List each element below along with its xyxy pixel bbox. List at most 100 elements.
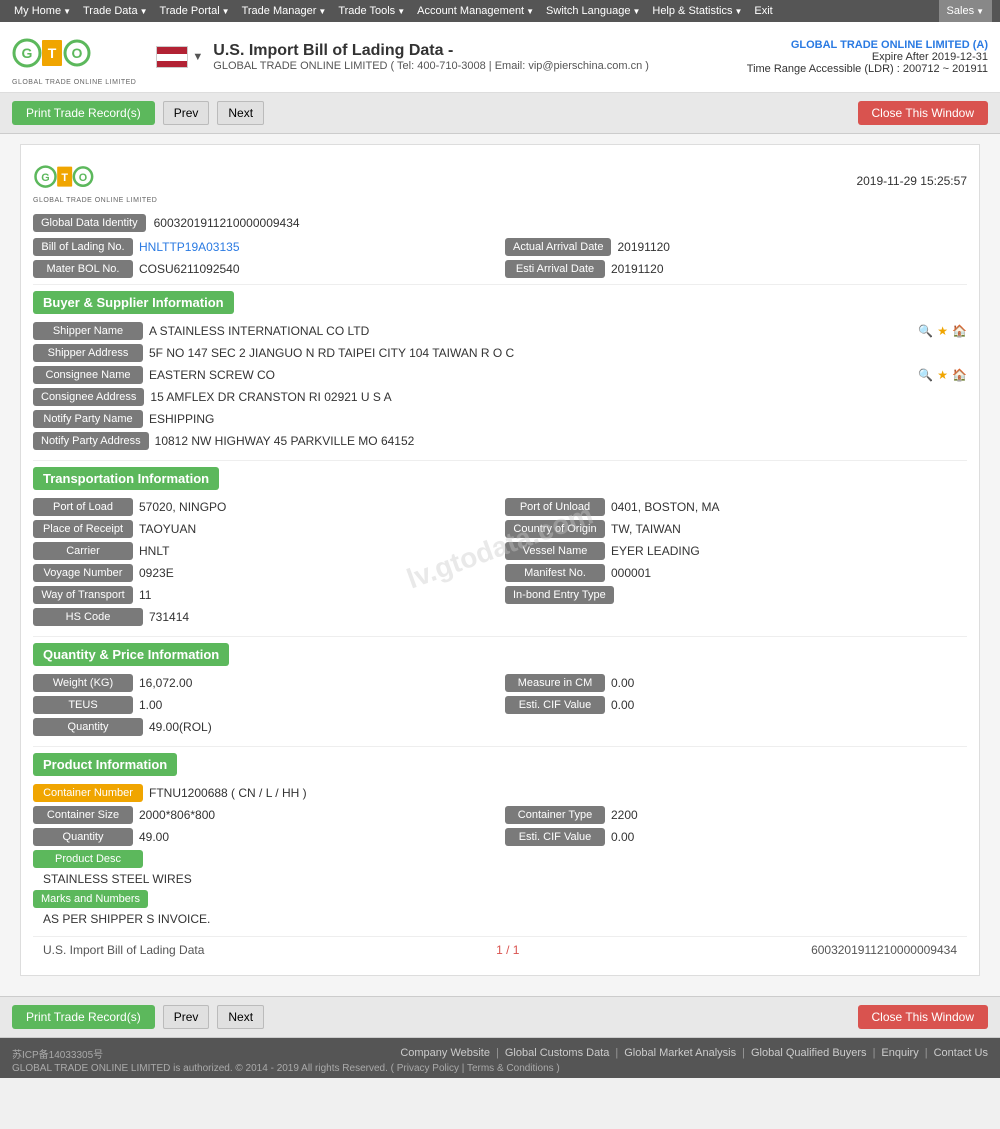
bol-row: Bill of Lading No. HNLTTP19A03135 Actual… bbox=[33, 238, 967, 256]
esti-cif-label: Esti. CIF Value bbox=[505, 696, 605, 714]
nav-trade-tools[interactable]: Trade Tools ▼ bbox=[332, 0, 411, 22]
star-icon[interactable]: ★ bbox=[937, 324, 948, 338]
chevron-down-icon: ▼ bbox=[222, 7, 230, 16]
chevron-down-icon: ▼ bbox=[734, 7, 742, 16]
container-number-value: FTNU1200688 ( CN / L / HH ) bbox=[149, 786, 967, 800]
page-header: G T O GLOBAL TRADE ONLINE LIMITED ▼ U.S.… bbox=[0, 22, 1000, 93]
consignee-name-value: EASTERN SCREW CO bbox=[149, 368, 908, 382]
bottom-toolbar: Print Trade Record(s) Prev Next Close Th… bbox=[0, 996, 1000, 1038]
mater-bol-row: Mater BOL No. COSU6211092540 Esti Arriva… bbox=[33, 260, 967, 278]
record-datetime: 2019-11-29 15:25:57 bbox=[856, 174, 967, 188]
close-button[interactable]: Close This Window bbox=[858, 101, 988, 125]
consignee-icons: 🔍 ★ 🏠 bbox=[918, 368, 967, 382]
flag-selector[interactable] bbox=[156, 46, 188, 68]
container-number-row: Container Number FTNU1200688 ( CN / L / … bbox=[33, 784, 967, 802]
next-button[interactable]: Next bbox=[217, 101, 264, 125]
nav-my-home[interactable]: My Home ▼ bbox=[8, 0, 77, 22]
mater-bol-label: Mater BOL No. bbox=[33, 260, 133, 278]
chevron-down-icon: ▼ bbox=[526, 7, 534, 16]
bottom-prev-button[interactable]: Prev bbox=[163, 1005, 210, 1029]
nav-switch-language[interactable]: Switch Language ▼ bbox=[540, 0, 646, 22]
nav-trade-data[interactable]: Trade Data ▼ bbox=[77, 0, 154, 22]
way-of-transport-value: 11 bbox=[139, 588, 495, 602]
shipper-icons: 🔍 ★ 🏠 bbox=[918, 324, 967, 338]
notify-party-name-value: ESHIPPING bbox=[149, 412, 967, 426]
marks-value: AS PER SHIPPER S INVOICE. bbox=[33, 912, 967, 926]
manifest-no-label: Manifest No. bbox=[505, 564, 605, 582]
transportation-section: lv.gtodata.com Transportation Informatio… bbox=[33, 467, 967, 626]
product-header: Product Information bbox=[33, 753, 177, 776]
bottom-print-button[interactable]: Print Trade Record(s) bbox=[12, 1005, 155, 1029]
shipper-address-value: 5F NO 147 SEC 2 JIANGUO N RD TAIPEI CITY… bbox=[149, 346, 967, 360]
search-icon[interactable]: 🔍 bbox=[918, 324, 933, 338]
quantity-price-section: Quantity & Price Information Weight (KG)… bbox=[33, 643, 967, 736]
product-quantity-label: Quantity bbox=[33, 828, 133, 846]
star-icon[interactable]: ★ bbox=[937, 368, 948, 382]
pagination-row: U.S. Import Bill of Lading Data 1 / 1 60… bbox=[33, 936, 967, 963]
container-number-label: Container Number bbox=[33, 784, 143, 802]
notify-party-address-value: 10812 NW HIGHWAY 45 PARKVILLE MO 64152 bbox=[155, 434, 967, 448]
buyer-supplier-section: Buyer & Supplier Information Shipper Nam… bbox=[33, 291, 967, 450]
container-type-value: 2200 bbox=[611, 808, 967, 822]
prev-button[interactable]: Prev bbox=[163, 101, 210, 125]
country-of-origin-value: TW, TAIWAN bbox=[611, 522, 967, 536]
container-type-label: Container Type bbox=[505, 806, 605, 824]
footer-global-customs[interactable]: Global Customs Data bbox=[505, 1047, 610, 1059]
product-desc-row: Product Desc bbox=[33, 850, 967, 868]
search-icon[interactable]: 🔍 bbox=[918, 368, 933, 382]
page-title: U.S. Import Bill of Lading Data - bbox=[213, 42, 747, 60]
transportation-header: Transportation Information bbox=[33, 467, 219, 490]
footer-contact-us[interactable]: Contact Us bbox=[934, 1047, 988, 1059]
container-size-type-row: Container Size 2000*806*800 Container Ty… bbox=[33, 806, 967, 824]
language-selector[interactable]: ▼ bbox=[192, 51, 203, 63]
global-data-identity-label: Global Data Identity bbox=[33, 214, 146, 232]
nav-help-statistics[interactable]: Help & Statistics ▼ bbox=[646, 0, 748, 22]
footer-copyright: GLOBAL TRADE ONLINE LIMITED is authorize… bbox=[12, 1063, 988, 1074]
quantity-value: 49.00(ROL) bbox=[149, 720, 967, 734]
nav-trade-portal[interactable]: Trade Portal ▼ bbox=[154, 0, 236, 22]
footer-global-buyers[interactable]: Global Qualified Buyers bbox=[751, 1047, 867, 1059]
home-icon[interactable]: 🏠 bbox=[952, 324, 967, 338]
marks-value-row: AS PER SHIPPER S INVOICE. bbox=[33, 912, 967, 926]
print-button[interactable]: Print Trade Record(s) bbox=[12, 101, 155, 125]
country-of-origin-label: Country of Origin bbox=[505, 520, 605, 538]
home-icon[interactable]: 🏠 bbox=[952, 368, 967, 382]
footer-company-website[interactable]: Company Website bbox=[400, 1047, 490, 1059]
mater-bol-value: COSU6211092540 bbox=[139, 262, 495, 276]
svg-text:G: G bbox=[41, 172, 49, 184]
svg-text:G: G bbox=[22, 45, 33, 61]
actual-arrival-label: Actual Arrival Date bbox=[505, 238, 611, 256]
port-of-load-value: 57020, NINGPO bbox=[139, 500, 495, 514]
teus-value: 1.00 bbox=[139, 698, 495, 712]
quantity-row: Quantity 49.00(ROL) bbox=[33, 718, 967, 736]
record-card: G T O GLOBAL TRADE ONLINE LIMITED 2019-1… bbox=[20, 144, 980, 976]
product-quantity-cif-row: Quantity 49.00 Esti. CIF Value 0.00 bbox=[33, 828, 967, 846]
top-toolbar: Print Trade Record(s) Prev Next Close Th… bbox=[0, 93, 1000, 134]
footer-global-market[interactable]: Global Market Analysis bbox=[624, 1047, 736, 1059]
notify-party-name-row: Notify Party Name ESHIPPING bbox=[33, 410, 967, 428]
expire-date: Expire After 2019-12-31 bbox=[747, 51, 988, 63]
bottom-footer: 苏ICP备14033305号 Company Website | Global … bbox=[0, 1038, 1000, 1078]
quantity-price-header: Quantity & Price Information bbox=[33, 643, 229, 666]
bottom-next-button[interactable]: Next bbox=[217, 1005, 264, 1029]
footer-enquiry[interactable]: Enquiry bbox=[881, 1047, 918, 1059]
pagination-center: 1 / 1 bbox=[496, 943, 519, 957]
nav-account-management[interactable]: Account Management ▼ bbox=[411, 0, 540, 22]
chevron-down-icon: ▼ bbox=[140, 7, 148, 16]
nav-exit[interactable]: Exit bbox=[748, 0, 778, 22]
teus-cif-row: TEUS 1.00 Esti. CIF Value 0.00 bbox=[33, 696, 967, 714]
esti-arrival-col: Esti Arrival Date 20191120 bbox=[505, 260, 967, 278]
marks-label-row: Marks and Numbers bbox=[33, 890, 967, 908]
port-of-load-label: Port of Load bbox=[33, 498, 133, 516]
place-of-receipt-label: Place of Receipt bbox=[33, 520, 133, 538]
pagination-left: U.S. Import Bill of Lading Data bbox=[43, 943, 204, 957]
nav-trade-manager[interactable]: Trade Manager ▼ bbox=[236, 0, 333, 22]
nav-sales[interactable]: Sales ▼ bbox=[939, 0, 992, 22]
bottom-close-button[interactable]: Close This Window bbox=[858, 1005, 988, 1029]
esti-arrival-value: 20191120 bbox=[611, 262, 967, 276]
weight-value: 16,072.00 bbox=[139, 676, 495, 690]
shipper-address-label: Shipper Address bbox=[33, 344, 143, 362]
svg-text:O: O bbox=[72, 45, 83, 61]
receipt-origin-row: Place of Receipt TAOYUAN Country of Orig… bbox=[33, 520, 967, 538]
esti-arrival-label: Esti Arrival Date bbox=[505, 260, 605, 278]
